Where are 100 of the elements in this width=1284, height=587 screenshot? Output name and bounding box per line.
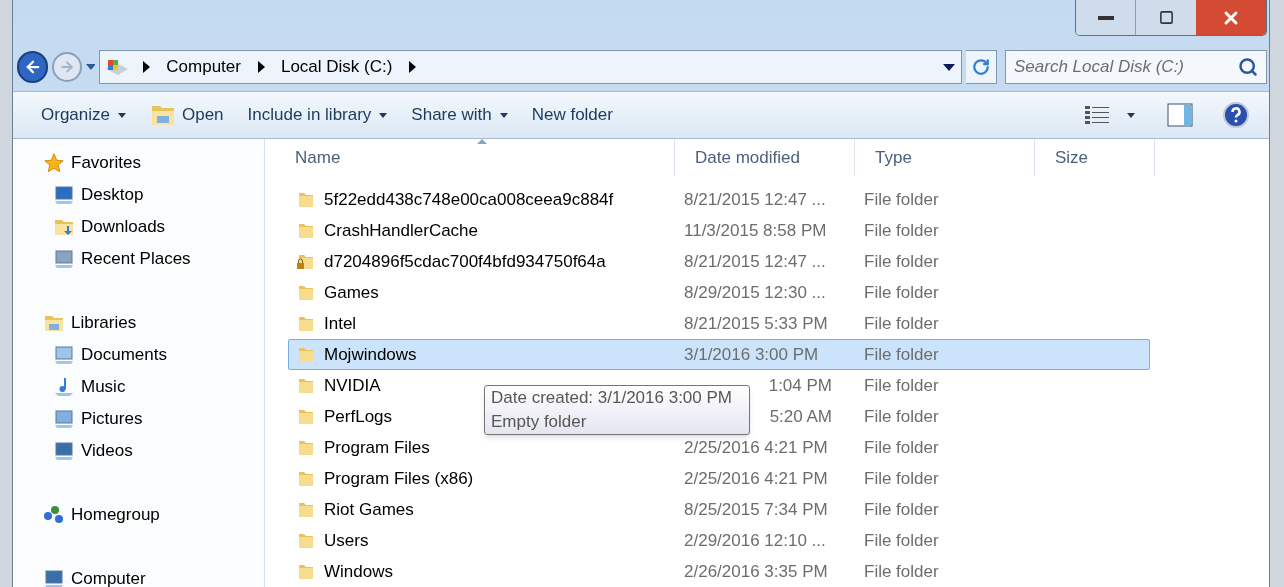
chevron-icon[interactable] (408, 61, 417, 73)
chevron-icon[interactable] (142, 61, 151, 73)
refresh-icon (971, 58, 990, 76)
date-cell-text: 8/29/2015 12:30 ... (684, 281, 826, 304)
toolbar-button[interactable]: Include in library (235, 99, 400, 131)
type-cell: File folder (864, 499, 939, 519)
library-folder-icon (150, 103, 176, 127)
date-cell-text: 5:20 AM (769, 405, 832, 428)
date-cell-text: 11/3/2015 8:58 PM (684, 219, 827, 242)
file-name: Windows (324, 560, 393, 583)
nav-item[interactable]: Music (43, 371, 264, 403)
nav-group-item[interactable]: Homegroup (43, 499, 264, 531)
type-cell: File folder (864, 530, 939, 550)
help-icon (1223, 102, 1249, 128)
dropdown-caret-icon[interactable] (942, 63, 955, 71)
type-cell: File folder (864, 282, 939, 302)
chevron-icon[interactable] (256, 61, 265, 73)
date-cell-text: 8/21/2015 5:33 PM (684, 312, 828, 335)
column-header[interactable]: Date modified (675, 139, 855, 176)
preview-pane-button[interactable] (1167, 103, 1193, 127)
column-header[interactable]: Name (275, 139, 675, 176)
nav-item[interactable]: Downloads (43, 211, 264, 243)
refresh-button[interactable] (965, 50, 997, 84)
search-input[interactable]: Search Local Disk (C:) (1014, 54, 1238, 80)
file-name: Users (324, 529, 369, 552)
date-cell-text: 3/1/2016 3:00 PM (684, 343, 819, 366)
music-icon (53, 376, 75, 398)
caret-icon (118, 112, 126, 118)
type-cell: File folder (864, 220, 939, 240)
file-name: NVIDIA (324, 374, 381, 397)
type-cell: File folder (864, 406, 939, 426)
help-button[interactable] (1223, 102, 1249, 128)
file-name: Program Files (324, 436, 430, 459)
close-button[interactable] (1196, 0, 1266, 35)
date-cell-text: 2/29/2016 12:10 ... (684, 529, 826, 552)
history-caret-icon (85, 64, 96, 70)
tooltip-text: Empty folder (491, 411, 588, 433)
file-name: Mojwindows (324, 343, 417, 366)
nav-item[interactable]: Documents (43, 339, 264, 371)
type-cell: File folder (864, 437, 939, 457)
selected-row[interactable]: Mojwindows 3/1/2016 3:00 PM File folder (288, 339, 1150, 370)
toolbar-button[interactable]: Open (138, 99, 236, 131)
type-cell: File folder (864, 561, 939, 581)
file-name: Games (324, 281, 379, 304)
toolbar-button[interactable]: Share with (399, 99, 520, 131)
address-bar[interactable]: Computer Local Disk (C:) (99, 50, 962, 84)
toolbar-button[interactable]: New folder (519, 99, 625, 131)
search-icon (1238, 57, 1258, 77)
file-name: 5f22edd438c748e00ca008ceea9c884f (324, 188, 614, 211)
nav-group-item[interactable]: Libraries (43, 307, 264, 339)
date-cell-text: 2/25/2016 4:21 PM (684, 436, 828, 459)
file-name: CrashHandlerCache (324, 219, 479, 242)
nav-item[interactable]: Pictures (43, 403, 264, 435)
date-cell-text: 2/26/2016 3:35 PM (684, 560, 828, 583)
monitor-icon (53, 184, 75, 206)
network-icon (43, 504, 65, 526)
toolbar-button[interactable]: Organize (29, 99, 138, 131)
date-cell-text: 8/21/2015 12:47 ... (684, 188, 826, 211)
maximize-icon (1158, 10, 1174, 25)
monitor-icon (43, 568, 65, 587)
file-name: PerfLogs (324, 405, 393, 428)
minimize-icon (1097, 15, 1114, 20)
nav-item[interactable]: Recent Places (43, 243, 264, 275)
type-cell: File folder (864, 189, 939, 209)
type-cell: File folder (864, 313, 939, 333)
column-header[interactable]: Size (1035, 139, 1155, 176)
nav-group-item[interactable]: Computer (43, 563, 264, 587)
type-cell: File folder (864, 251, 939, 271)
column-header[interactable]: Type (855, 139, 1035, 176)
caret-icon (379, 112, 388, 118)
date-cell-text: 1:04 PM (768, 374, 832, 397)
file-name: Intel (324, 312, 357, 335)
date-cell-text: 8/25/2015 7:34 PM (684, 498, 828, 521)
date-cell-text: 2/25/2016 4:21 PM (684, 467, 828, 490)
minimize-button[interactable] (1076, 0, 1136, 35)
details-view-icon (1085, 105, 1109, 125)
preview-pane-icon (1167, 103, 1193, 127)
type-cell: File folder (864, 375, 939, 395)
type-cell: File folder (864, 468, 939, 488)
caret-icon (1127, 112, 1135, 118)
search-field[interactable]: Search Local Disk (C:) (1005, 50, 1267, 84)
tooltip-text: Date created: 3/1/2016 3:00 PM (491, 387, 733, 409)
forward-icon (58, 59, 75, 75)
file-name: Program Files (x86) (324, 467, 474, 490)
monitor-icon (53, 248, 75, 270)
nav-item[interactable]: Desktop (43, 179, 264, 211)
file-name: Riot Games (324, 498, 414, 521)
nav-group-item[interactable]: Favorites (43, 147, 264, 179)
monitor-icon (53, 408, 75, 430)
nav-item[interactable]: Videos (43, 435, 264, 467)
file-name: d7204896f5cdac700f4bfd934750f64a (324, 250, 606, 273)
back-button[interactable] (17, 51, 49, 83)
type-cell: File folder (864, 344, 939, 364)
breadcrumb[interactable]: Computer (166, 54, 241, 80)
maximize-button[interactable] (1136, 0, 1196, 35)
caret-icon (499, 112, 508, 118)
sort-arrow-icon (477, 139, 487, 144)
breadcrumb[interactable]: Local Disk (C:) (280, 54, 393, 80)
star-icon (43, 152, 65, 174)
date-cell-text: 8/21/2015 12:47 ... (684, 250, 826, 273)
